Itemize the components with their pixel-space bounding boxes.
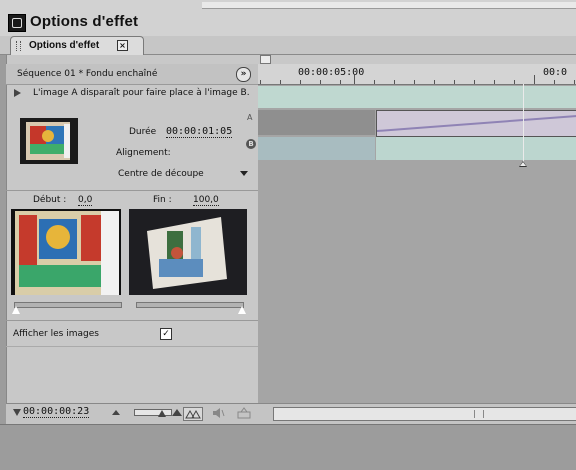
start-slider-handle[interactable]: [11, 305, 21, 315]
tab-label: Options d'effet: [29, 40, 100, 51]
timeline-top-strip: [258, 55, 576, 64]
divider: [6, 346, 258, 347]
preview-b-artwork: [129, 209, 247, 295]
track-a-label: A: [247, 113, 253, 122]
start-value[interactable]: 0,0: [78, 195, 93, 206]
sequence-name: Séquence 01 * Fondu enchaîné: [17, 69, 158, 79]
track-b-empty: [258, 137, 375, 160]
work-area-handle[interactable]: [260, 55, 271, 64]
transition-thumbnail: [20, 118, 78, 164]
zoom-slider-handle[interactable]: [158, 410, 166, 417]
preview-a-artwork: [11, 209, 121, 295]
tab-effect-options[interactable]: Options d'effet ×: [10, 36, 144, 55]
preview-image-a: [11, 209, 121, 295]
horizontal-scrollbar[interactable]: [273, 407, 576, 421]
panel-menu-icon[interactable]: »: [236, 67, 251, 82]
scroll-grip-icon: [474, 410, 484, 418]
cti-handle-fill: [520, 162, 526, 166]
divider: [6, 190, 258, 191]
preview-image-b: [129, 209, 247, 295]
zoom-slider[interactable]: [134, 409, 172, 416]
current-time-indicator-line[interactable]: [523, 84, 524, 164]
audio-icon[interactable]: [212, 407, 226, 419]
transition-ramp-line: [376, 115, 576, 132]
close-tab-icon[interactable]: ×: [117, 40, 128, 51]
zoom-in-icon[interactable]: [172, 409, 182, 416]
time-ruler[interactable]: 00:00:05:00 00:0: [258, 64, 576, 85]
start-label: Début :: [33, 195, 67, 205]
track-b-row: [376, 137, 576, 160]
transition-description-row: L'image A disparaît pour faire place à l…: [6, 85, 258, 107]
current-time[interactable]: 00:00:00:23: [23, 406, 90, 418]
title-decoration-line: [202, 8, 576, 9]
ruler-label: 00:00:05:00: [298, 67, 365, 78]
duration-label: Durée: [129, 127, 157, 137]
start-slider-track[interactable]: [14, 302, 122, 308]
divider: [6, 320, 258, 321]
time-indicator-icon: [13, 409, 21, 416]
thumbnail-artwork: [20, 118, 78, 164]
alignment-select-value[interactable]: Centre de découpe: [118, 169, 204, 179]
export-icon[interactable]: [237, 407, 251, 419]
ruler-label: 00:0: [543, 67, 568, 78]
duration-value[interactable]: 00:00:01:05: [166, 126, 233, 138]
track-a-empty: [258, 110, 375, 135]
end-slider-handle[interactable]: [237, 305, 247, 315]
show-images-checkbox[interactable]: ✓: [160, 328, 172, 340]
sequence-header: Séquence 01 * Fondu enchaîné »: [6, 64, 258, 85]
play-transition-icon[interactable]: [14, 89, 21, 97]
alignment-label: Alignement:: [116, 148, 171, 158]
track-a-row: [258, 86, 576, 108]
end-slider-track[interactable]: [136, 302, 244, 308]
window-title: Options d'effet: [30, 13, 139, 30]
show-images-label: Afficher les images: [13, 329, 99, 339]
track-b-label: B: [246, 139, 256, 149]
app-icon: [8, 14, 26, 32]
end-label: Fin :: [153, 195, 172, 205]
transition-clip-a[interactable]: [376, 110, 576, 137]
fit-view-icon[interactable]: [183, 407, 203, 421]
window-title-bar: Options d'effet: [0, 0, 576, 36]
zoom-out-icon[interactable]: [112, 410, 120, 415]
workspace-background: [0, 424, 576, 470]
transition-description: L'image A disparaît pour faire place à l…: [33, 88, 250, 98]
end-value[interactable]: 100,0: [193, 195, 219, 206]
chevron-down-icon[interactable]: [240, 171, 248, 176]
grip-icon[interactable]: [16, 41, 21, 51]
